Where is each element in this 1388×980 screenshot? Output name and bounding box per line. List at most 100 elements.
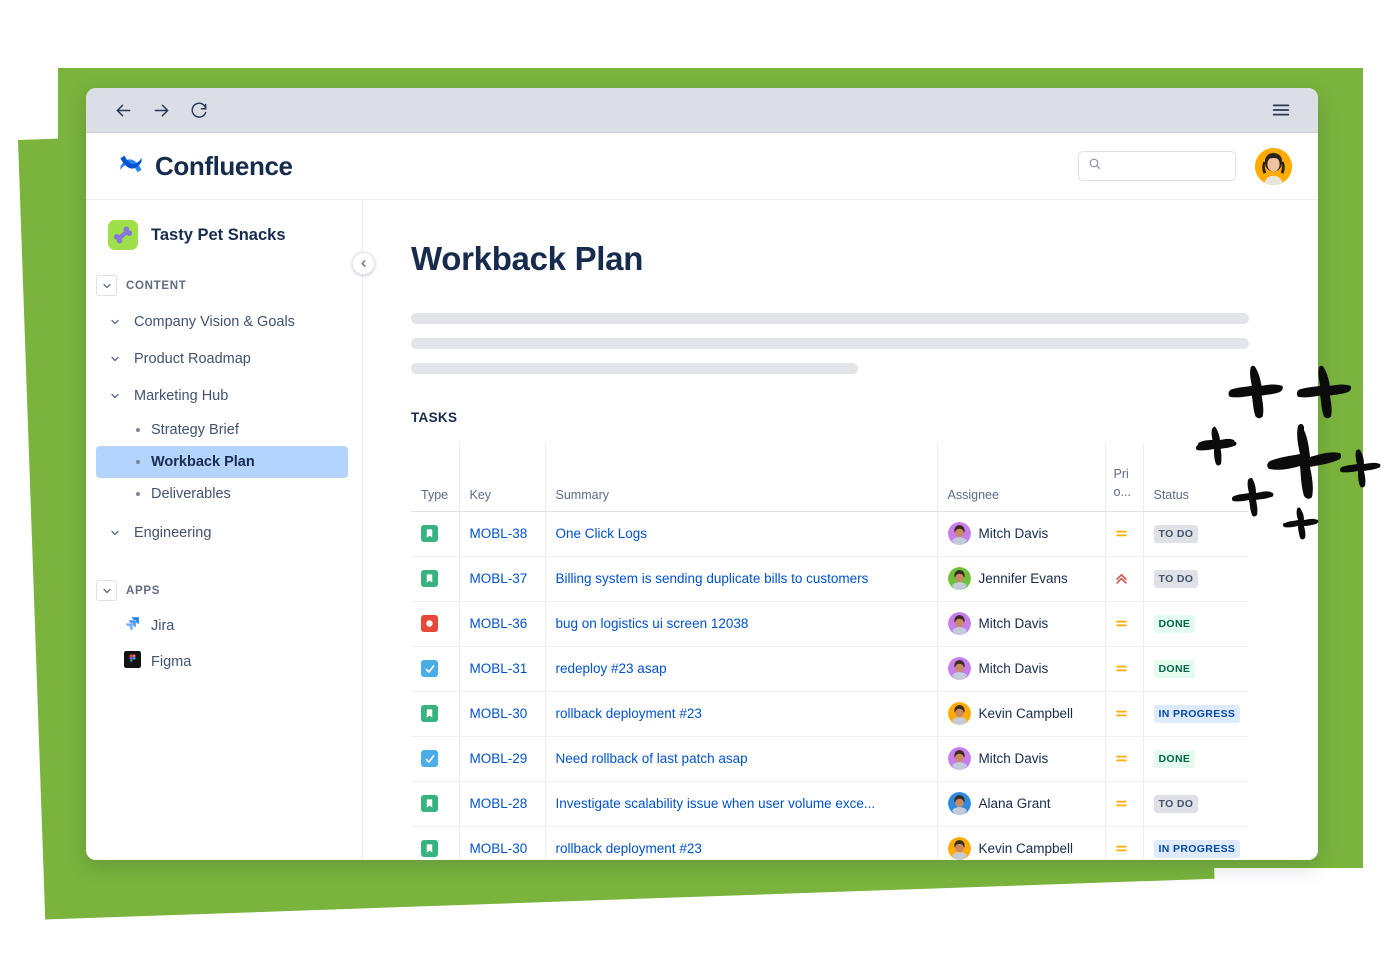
content-skeleton-line	[411, 363, 858, 374]
cell-key: MOBL-29	[459, 736, 546, 782]
sidebar-item-figma[interactable]: Figma	[86, 644, 362, 680]
issue-summary-link[interactable]: bug on logistics ui screen 12038	[556, 616, 927, 631]
content-skeleton-line	[411, 313, 1249, 324]
column-header-key[interactable]: Key	[459, 443, 546, 512]
search-icon	[1088, 157, 1101, 175]
chevron-down-icon[interactable]	[104, 311, 125, 332]
cell-status: DONE	[1143, 646, 1249, 692]
cell-summary: rollback deployment #23	[545, 691, 938, 737]
cell-summary: Need rollback of last patch asap	[545, 736, 938, 782]
column-header-priority-line2: o...	[1113, 485, 1131, 500]
sidebar-item-product-roadmap[interactable]: Product Roadmap	[94, 340, 350, 377]
status-badge: TO DO	[1153, 795, 1199, 813]
chevron-down-icon[interactable]	[96, 275, 117, 296]
table-row[interactable]: MOBL-31 redeploy #23 asap Mitch Davis DONE	[411, 646, 1249, 692]
browser-toolbar	[86, 88, 1318, 133]
tasks-table-body: MOBL-38 One Click Logs Mitch Davis TO DO MOB…	[411, 511, 1249, 860]
browser-window: Confluence Tasty Pet Snacks CONTENT Comp…	[86, 88, 1318, 860]
issue-summary-link[interactable]: redeploy #23 asap	[556, 661, 927, 676]
column-header-type[interactable]: Type	[411, 443, 460, 512]
back-icon[interactable]	[108, 95, 138, 125]
chevron-down-icon[interactable]	[104, 348, 125, 369]
brand[interactable]: Confluence	[118, 151, 293, 182]
issue-summary-link[interactable]: Billing system is sending duplicate bill…	[556, 571, 927, 586]
hamburger-menu-icon[interactable]	[1266, 95, 1296, 125]
cell-key: MOBL-30	[459, 691, 546, 737]
issue-key-link[interactable]: MOBL-28	[470, 796, 535, 811]
sidebar-item-label: Product Roadmap	[134, 350, 251, 367]
sidebar-item-label: Deliverables	[151, 486, 231, 502]
search-input[interactable]	[1107, 159, 1226, 173]
sidebar-section-content[interactable]: CONTENT	[86, 268, 362, 303]
issue-summary-link[interactable]: rollback deployment #23	[556, 841, 927, 856]
cell-summary: redeploy #23 asap	[545, 646, 938, 692]
assignee-avatar	[947, 567, 971, 590]
priority-highest-icon	[1114, 571, 1139, 586]
issue-summary-link[interactable]: One Click Logs	[556, 526, 927, 541]
issue-summary-link[interactable]: rollback deployment #23	[556, 706, 927, 721]
sidebar-item-strategy-brief[interactable]: Strategy Brief	[96, 414, 348, 446]
assignee-avatar	[947, 702, 971, 725]
section-label-content: CONTENT	[126, 279, 187, 292]
assignee-name: Kevin Campbell	[978, 706, 1074, 721]
section-label-apps: APPS	[126, 584, 161, 597]
table-row[interactable]: MOBL-29 Need rollback of last patch asap M…	[411, 736, 1249, 782]
sidebar-item-engineering[interactable]: Engineering	[94, 514, 350, 551]
issue-type-bug-icon	[421, 615, 438, 632]
priority-medium-icon	[1114, 751, 1139, 766]
figma-icon	[124, 651, 141, 673]
table-row[interactable]: MOBL-30 rollback deployment #23 Kevin Camp…	[411, 826, 1249, 860]
brand-name: Confluence	[155, 150, 293, 181]
table-row[interactable]: MOBL-38 One Click Logs Mitch Davis TO DO	[411, 511, 1249, 557]
issue-key-link[interactable]: MOBL-36	[470, 616, 535, 631]
issue-key-link[interactable]: MOBL-29	[470, 751, 535, 766]
issue-type-task-icon	[421, 660, 438, 677]
sidebar-item-marketing-hub[interactable]: Marketing Hub	[94, 377, 350, 414]
bullet-icon	[136, 428, 140, 432]
table-row[interactable]: MOBL-37 Billing system is sending duplica…	[411, 556, 1249, 602]
cell-status: IN PROGRESS	[1143, 691, 1249, 737]
issue-key-link[interactable]: MOBL-30	[470, 706, 535, 721]
cell-status: TO DO	[1143, 556, 1249, 602]
column-header-priority[interactable]: Pri o...	[1105, 443, 1144, 512]
issue-key-link[interactable]: MOBL-37	[470, 571, 535, 586]
column-header-status[interactable]: Status	[1143, 443, 1249, 512]
table-row[interactable]: MOBL-28 Investigate scalability issue whe…	[411, 781, 1249, 827]
sidebar-item-deliverables[interactable]: Deliverables	[96, 478, 348, 510]
table-row[interactable]: MOBL-36 bug on logistics ui screen 12038 M…	[411, 601, 1249, 647]
issue-summary-link[interactable]: Need rollback of last patch asap	[556, 751, 927, 766]
sidebar-collapse-button[interactable]	[352, 252, 375, 275]
priority-medium-icon	[1114, 661, 1139, 676]
assignee-name: Alana Grant	[978, 796, 1051, 811]
cell-priority	[1105, 781, 1144, 827]
sidebar-item-company-vision-goals[interactable]: Company Vision & Goals	[94, 303, 350, 340]
bullet-icon	[136, 492, 140, 496]
cell-status: DONE	[1143, 736, 1249, 782]
issue-summary-link[interactable]: Investigate scalability issue when user …	[556, 796, 927, 811]
reload-icon[interactable]	[184, 95, 214, 125]
priority-medium-icon	[1114, 841, 1139, 856]
space-header[interactable]: Tasty Pet Snacks	[86, 216, 362, 268]
cell-key: MOBL-37	[459, 556, 546, 602]
table-row[interactable]: MOBL-30 rollback deployment #23 Kevin Camp…	[411, 691, 1249, 737]
column-header-summary[interactable]: Summary	[545, 443, 938, 512]
tasks-table: Type Key Summary Assignee Pri o... Statu…	[411, 443, 1249, 860]
issue-key-link[interactable]: MOBL-31	[470, 661, 535, 676]
column-header-assignee[interactable]: Assignee	[937, 443, 1106, 512]
issue-key-link[interactable]: MOBL-30	[470, 841, 535, 856]
search-box[interactable]	[1078, 151, 1236, 181]
sidebar-section-apps[interactable]: APPS	[86, 573, 362, 608]
cell-assignee: Mitch Davis	[937, 601, 1106, 647]
sidebar-item-workback-plan[interactable]: Workback Plan	[96, 446, 348, 478]
forward-icon[interactable]	[146, 95, 176, 125]
cell-status: TO DO	[1143, 511, 1249, 557]
chevron-down-icon[interactable]	[96, 580, 117, 601]
issue-key-link[interactable]: MOBL-38	[470, 526, 535, 541]
sidebar-item-jira[interactable]: Jira	[86, 608, 362, 644]
sidebar-app-label: Jira	[151, 618, 175, 634]
status-badge: TO DO	[1153, 570, 1199, 588]
status-badge: TO DO	[1153, 525, 1199, 543]
chevron-down-icon[interactable]	[104, 522, 125, 543]
chevron-down-icon[interactable]	[104, 385, 125, 406]
user-avatar[interactable]	[1255, 147, 1292, 185]
